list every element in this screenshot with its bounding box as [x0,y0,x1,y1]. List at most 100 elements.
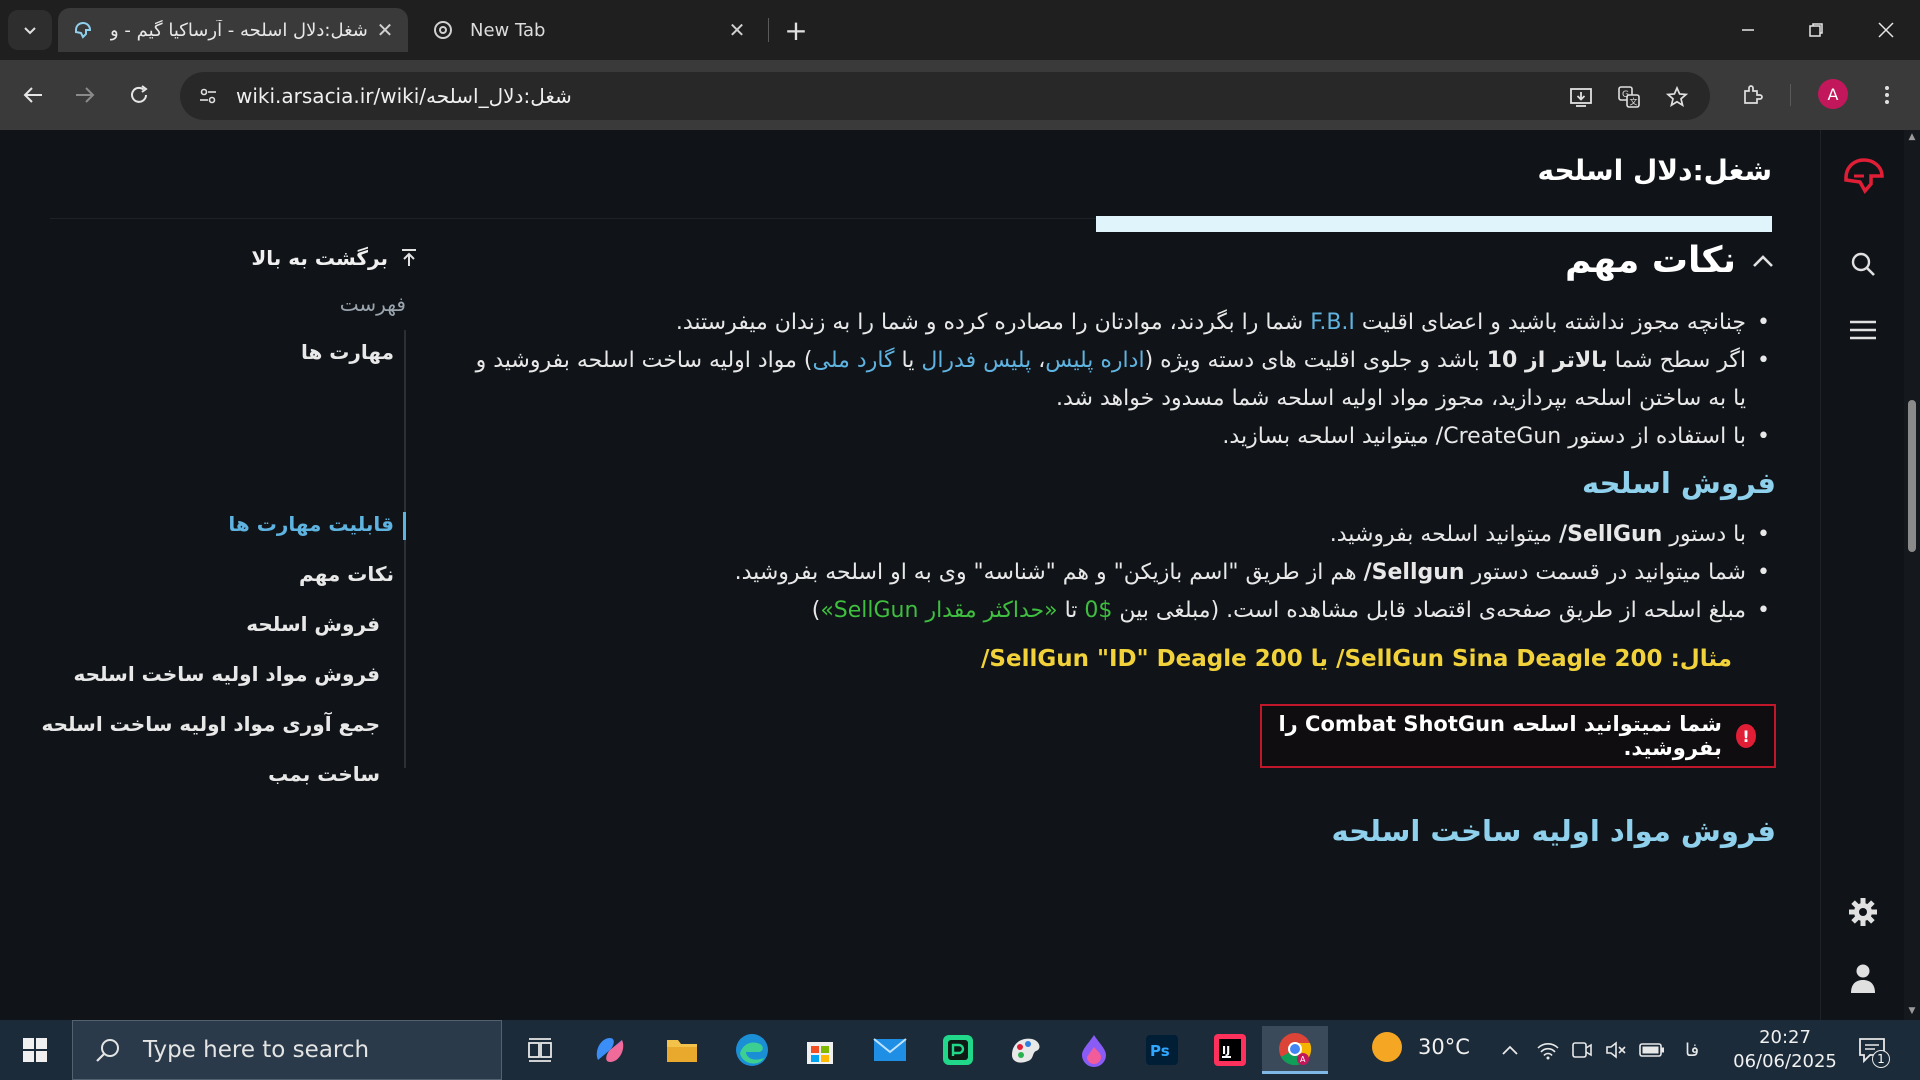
mail-icon[interactable] [862,1026,918,1074]
weather-widget[interactable]: 30°C [1372,1032,1470,1062]
install-app-icon[interactable] [1564,80,1598,114]
file-explorer-icon[interactable] [654,1026,710,1074]
toolbar-divider [1790,84,1791,106]
chrome-taskbar-icon[interactable]: A [1262,1026,1328,1074]
toc-item-important-notes[interactable]: نکات مهم [299,562,394,586]
sun-icon [1372,1032,1402,1062]
new-tab-icon[interactable]: + [780,14,812,47]
photoshop-icon[interactable]: Ps [1134,1026,1190,1074]
toc-rule [404,330,406,768]
windows-start-icon[interactable] [0,1020,70,1080]
meet-now-icon[interactable] [1568,1036,1596,1064]
restore-icon[interactable] [1782,0,1850,60]
windows-taskbar: Type here to search Ps IJ A 30°C فا 20:2… [0,1020,1920,1080]
minimize-icon[interactable] [1714,0,1782,60]
back-to-top-link[interactable]: برگشت به بالا [251,246,420,270]
hamburger-menu-icon[interactable] [1839,306,1887,354]
url-text[interactable]: wiki.arsacia.ir/wiki/شغل:دلال_اسلحه [236,84,572,108]
list-item: مبلغ اسلحه از طریق صفحه‌ی اقتصاد قابل مش… [456,592,1776,630]
user-account-icon[interactable] [1839,954,1887,1002]
fbi-link[interactable]: F.B.I [1310,310,1355,335]
arrow-up-icon [398,247,420,269]
back-to-top-label: برگشت به بالا [251,246,388,270]
profile-avatar[interactable]: A [1818,79,1848,109]
section-heading-sell-weapons: فروش اسلحه [1582,466,1776,500]
reading-progress-bar [1096,216,1772,232]
system-clock[interactable]: 20:27 06/06/2025 [1730,1026,1840,1074]
tab-new-tab[interactable]: New Tab ✕ [420,8,760,52]
chevron-up-icon[interactable] [1750,248,1776,274]
list-item: با استفاده از دستور CreateGun/ میتوانید … [456,418,1776,456]
intellij-icon[interactable]: IJ [1202,1026,1258,1074]
volume-muted-icon[interactable] [1602,1036,1630,1064]
search-icon [93,1035,123,1065]
toc-item-sell-weapons[interactable]: فروش اسلحه [246,612,380,636]
min-price: $0 [1084,598,1113,623]
toc-item-skill-abilities[interactable]: قابلیت مهارت ها [228,512,394,536]
search-icon[interactable] [1839,240,1887,288]
wiki-page: شغل:دلال اسلحه برگشت به بالا فهرست مهارت… [0,130,1920,1020]
temperature: 30°C [1418,1035,1470,1059]
microsoft-store-icon[interactable] [792,1026,848,1074]
police-department-link[interactable]: اداره پلیس [1045,348,1144,373]
scrollbar-thumb[interactable] [1908,400,1916,552]
tab-wiki[interactable]: شغل:دلال اسلحه - آرساکیا گیم - و ✕ [58,8,408,52]
edge-icon[interactable] [724,1026,780,1074]
scroll-up-icon[interactable]: ▲ [1906,132,1918,144]
command-example: مثال: SellGun Sina Deagle 200/ یا SellGu… [981,646,1732,672]
taskbar-search-box[interactable]: Type here to search [72,1020,502,1080]
task-view-icon[interactable] [512,1026,568,1074]
close-tab-icon[interactable]: ✕ [372,17,398,43]
tab-search-button[interactable] [8,10,52,50]
sell-weapons-list: با دستور SellGun/ میتوانید اسلحه بفروشید… [456,516,1776,630]
section-heading-sell-materials: فروش مواد اولیه ساخت اسلحه [1331,814,1777,848]
search-placeholder: Type here to search [143,1037,370,1063]
max-price-link[interactable]: «حداکثر مقدار SellGun» [820,598,1057,623]
tab-title: New Tab [470,19,546,41]
list-item: با دستور SellGun/ میتوانید اسلحه بفروشید… [456,516,1776,554]
close-window-icon[interactable] [1852,0,1920,60]
copilot-icon[interactable] [582,1026,638,1074]
notification-center-icon[interactable]: 1 [1852,1032,1892,1068]
site-info-icon[interactable] [192,80,224,112]
toc-item-make-bomb[interactable]: ساخت بمب [268,762,380,786]
browser-toolbar: wiki.arsacia.ir/wiki/شغل:دلال_اسلحه G文 A [0,60,1920,130]
federal-police-link[interactable]: پلیس فدرال [921,348,1031,373]
warning-box: ! شما نمیتوانید اسلحه Combat ShotGun را … [1260,704,1776,768]
translate-icon[interactable]: G文 [1612,80,1646,114]
color-drop-app-icon[interactable] [1066,1026,1122,1074]
chevron-up-icon[interactable] [1496,1036,1524,1064]
star-icon[interactable] [1660,80,1694,114]
warning-text: شما نمیتوانید اسلحه Combat ShotGun را بف… [1278,712,1722,760]
address-bar[interactable]: wiki.arsacia.ir/wiki/شغل:دلال_اسلحه G文 [180,72,1710,120]
input-language[interactable]: فا [1678,1036,1706,1064]
page-scrollbar[interactable]: ▲ ▼ [1904,130,1920,1020]
toc-item-sell-materials[interactable]: فروش مواد اولیه ساخت اسلحه [73,662,380,686]
tab-title: شغل:دلال اسلحه - آرساکیا گیم - و [110,19,368,41]
extensions-icon[interactable] [1732,74,1774,116]
toc-current-marker [403,512,406,540]
forward-icon[interactable] [64,74,106,116]
arsacia-logo-icon[interactable] [1839,152,1887,200]
back-icon[interactable] [12,74,54,116]
svg-text:A: A [1300,1055,1306,1064]
wifi-icon[interactable] [1534,1036,1562,1064]
tab-separator [768,18,769,42]
toc-item-collect-materials[interactable]: جمع آوری مواد اولیه ساخت اسلحه [41,712,380,736]
section-heading-text: نکات مهم [1565,240,1736,281]
battery-icon[interactable] [1638,1036,1666,1064]
scroll-down-icon[interactable]: ▼ [1906,1006,1918,1018]
list-item: شما میتوانید در قسمت دستور Sellgun/ هم ا… [456,554,1776,592]
toc-item-skills[interactable]: مهارت ها [301,340,394,364]
close-tab-icon[interactable]: ✕ [724,17,750,43]
pycharm-icon[interactable] [930,1026,986,1074]
paint-app-icon[interactable] [998,1026,1054,1074]
national-guard-link[interactable]: گارد ملی [813,348,895,373]
chrome-icon [432,19,454,41]
reload-icon[interactable] [118,74,160,116]
menu-icon[interactable] [1866,74,1908,116]
settings-gear-icon[interactable] [1839,888,1887,936]
page-title: شغل:دلال اسلحه [1537,154,1772,187]
side-rail [1820,130,1904,1020]
article-content: نکات مهم چنانچه مجوز نداشته باشید و اعضا… [440,240,1776,1020]
